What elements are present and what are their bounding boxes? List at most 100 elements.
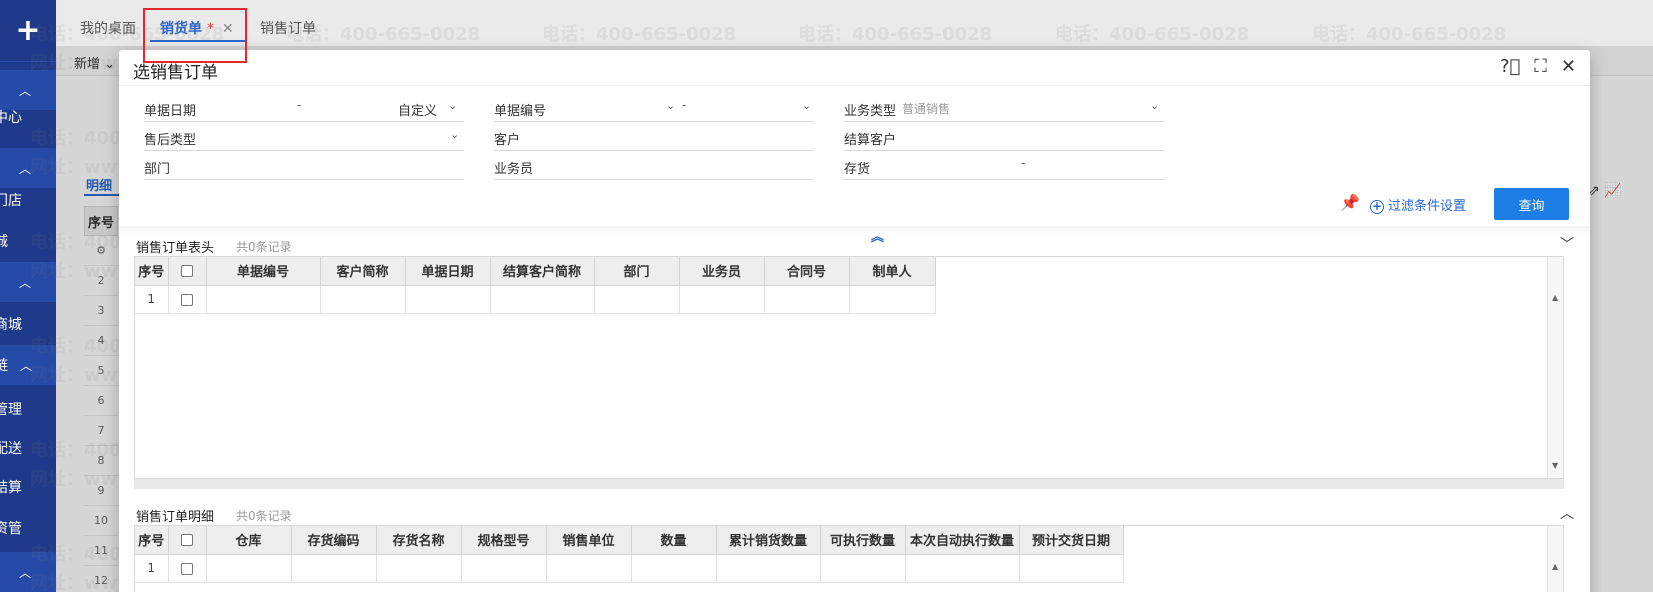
- tab-bar: 我的桌面 销货单 * ✕ 销售订单: [56, 0, 1653, 46]
- pin-icon[interactable]: 📌: [1340, 193, 1360, 212]
- header-column-header: 制单人: [849, 257, 936, 286]
- header-column-header: 结算客户简称: [490, 257, 595, 286]
- table-cell: [820, 554, 906, 583]
- checkbox[interactable]: [181, 533, 193, 546]
- chevron-up-icon: ︿: [18, 161, 31, 176]
- detail-table: 序号 仓库 存货编码 存货名称 规格型号 销售单位 数量 累计销货数量 可执行数量 本次自动执行数…: [135, 526, 1124, 583]
- detail-column-header: 本次自动执行数量: [905, 526, 1020, 555]
- inventory-filter[interactable]: 存货 -: [844, 152, 1164, 180]
- left-sidebar: + ︿ 中心 ︿ 门店 城 ︿ 商城 链 ︿ 管理 配送 结算 资管 ︿: [0, 0, 56, 592]
- detail-column-header: 预计交货日期: [1019, 526, 1124, 555]
- sidebar-item-4[interactable]: 商城: [0, 314, 56, 334]
- doc-date-filter[interactable]: 单据日期 - 自定义 ⌄: [144, 94, 464, 122]
- checkbox[interactable]: [181, 293, 193, 306]
- table-cell: [764, 285, 850, 314]
- table-cell: [546, 554, 632, 583]
- detail-grid: 序号 仓库 存货编码 存货名称 规格型号 销售单位 数量 累计销货数量 可执行数量 本次自动执行数…: [134, 525, 1564, 592]
- sidebar-collapse-4[interactable]: ︿: [0, 552, 56, 592]
- dialog-header: 选销售订单 ?⃝ ⛶ ✕: [119, 50, 1590, 86]
- doc-no-filter[interactable]: 单据编号 ⌄ - ⌄: [494, 94, 814, 122]
- dialog-actions: ?⃝ ⛶ ✕: [1500, 56, 1576, 77]
- chevron-down-icon: ⌄: [802, 99, 812, 112]
- detail-column-header: 存货编码: [291, 526, 377, 555]
- header-horizontal-scrollbar[interactable]: [134, 479, 1564, 489]
- filter-row-1: 单据日期 - 自定义 ⌄ 单据编号 ⌄ - ⌄ 业务类型 普通销售 ⌄: [144, 94, 1254, 122]
- scroll-up-icon[interactable]: ▲: [1552, 562, 1558, 571]
- select-all-checkbox[interactable]: [168, 526, 207, 555]
- header-vertical-scrollbar[interactable]: ▲ ▼: [1547, 257, 1563, 478]
- chevron-up-icon: ︿: [18, 83, 31, 98]
- sidebar-item-2[interactable]: 门店: [0, 190, 56, 210]
- chevron-down-icon[interactable]: ﹀: [1560, 234, 1574, 254]
- tab-sales-order[interactable]: 销售订单: [260, 18, 316, 38]
- table-cell: [679, 285, 765, 314]
- sidebar-item-7[interactable]: 配送: [0, 438, 56, 458]
- table-cell: [716, 554, 821, 583]
- filter-row-2: 售后类型 ⌄ 客户 结算客户: [144, 123, 1254, 151]
- checkbox[interactable]: [181, 264, 193, 277]
- chevron-down-icon: ⌄: [1150, 99, 1160, 112]
- chevron-up-icon: ︿: [20, 358, 33, 373]
- select-sales-order-dialog: 选销售订单 ?⃝ ⛶ ✕ 单据日期 - 自定义 ⌄ 单据编号 ⌄ - ⌄ 业务类…: [119, 50, 1590, 592]
- select-all-checkbox[interactable]: [168, 257, 207, 286]
- sidebar-item-3[interactable]: 城: [0, 231, 56, 251]
- double-chevron-up-icon[interactable]: ︽: [871, 226, 884, 245]
- chevron-up-icon: ︿: [18, 275, 31, 290]
- table-row[interactable]: 1: [135, 554, 1124, 583]
- row-seq: 1: [135, 554, 169, 583]
- table-cell: [1019, 554, 1124, 583]
- sidebar-item-8[interactable]: 结算: [0, 477, 56, 497]
- date-mode-select[interactable]: 自定义: [398, 100, 437, 119]
- sidebar-item-6[interactable]: 管理: [0, 399, 56, 419]
- salesman-filter[interactable]: 业务员: [494, 152, 814, 180]
- detail-vertical-scrollbar[interactable]: ▲: [1547, 526, 1563, 592]
- maximize-icon[interactable]: ⛶: [1534, 56, 1547, 77]
- filter-settings-link[interactable]: + 过滤条件设置: [1370, 195, 1466, 214]
- sidebar-collapse-1[interactable]: ︿: [0, 70, 56, 110]
- table-cell: [849, 285, 936, 314]
- detail-column-header: 存货名称: [376, 526, 462, 555]
- detail-column-header: 可执行数量: [820, 526, 906, 555]
- chevron-down-icon: ⌄: [450, 128, 460, 141]
- detail-column-header: 序号: [135, 526, 169, 555]
- biz-type-filter[interactable]: 业务类型 普通销售 ⌄: [844, 94, 1164, 122]
- table-cell: [206, 554, 292, 583]
- table-cell: [206, 285, 321, 314]
- row-checkbox[interactable]: [168, 554, 207, 583]
- table-cell: [405, 285, 491, 314]
- header-column-header: 部门: [594, 257, 680, 286]
- settle-customer-filter[interactable]: 结算客户: [844, 123, 1164, 151]
- add-icon[interactable]: +: [0, 0, 56, 62]
- query-button[interactable]: 查询: [1494, 188, 1569, 220]
- customer-filter[interactable]: 客户: [494, 123, 814, 151]
- filter-row-3: 部门 业务员 存货 -: [144, 152, 1254, 180]
- detail-column-header: 规格型号: [461, 526, 547, 555]
- sidebar-item-9[interactable]: 资管: [0, 518, 56, 538]
- header-section-title: 销售订单表头: [136, 241, 215, 256]
- chevron-up-icon[interactable]: ︿: [1560, 503, 1574, 523]
- row-checkbox[interactable]: [168, 285, 207, 314]
- scroll-down-icon[interactable]: ▼: [1552, 461, 1558, 470]
- department-filter[interactable]: 部门: [144, 152, 464, 180]
- help-icon[interactable]: ?⃝: [1500, 56, 1520, 77]
- section-divider: [119, 226, 1590, 234]
- table-row[interactable]: 1: [135, 285, 936, 314]
- header-column-header: 客户简称: [320, 257, 406, 286]
- scroll-up-icon[interactable]: ▲: [1552, 293, 1558, 302]
- sidebar-item-5[interactable]: 链 ︿: [0, 345, 56, 385]
- sidebar-item-1[interactable]: 中心: [0, 107, 56, 127]
- table-cell: [291, 554, 377, 583]
- table-cell: [905, 554, 1020, 583]
- aftersale-type-filter[interactable]: 售后类型 ⌄: [144, 123, 464, 151]
- sidebar-collapse-2[interactable]: ︿: [0, 148, 56, 188]
- detail-column-header: 数量: [631, 526, 717, 555]
- table-cell: [461, 554, 547, 583]
- table-cell: [320, 285, 406, 314]
- row-seq: 1: [135, 285, 169, 314]
- close-icon[interactable]: ✕: [1561, 56, 1576, 77]
- table-cell: [490, 285, 595, 314]
- checkbox[interactable]: [181, 562, 193, 575]
- detail-record-count: 共0条记录: [236, 509, 292, 523]
- sidebar-collapse-3[interactable]: ︿: [0, 262, 56, 302]
- tab-my-desktop[interactable]: 我的桌面: [80, 18, 136, 38]
